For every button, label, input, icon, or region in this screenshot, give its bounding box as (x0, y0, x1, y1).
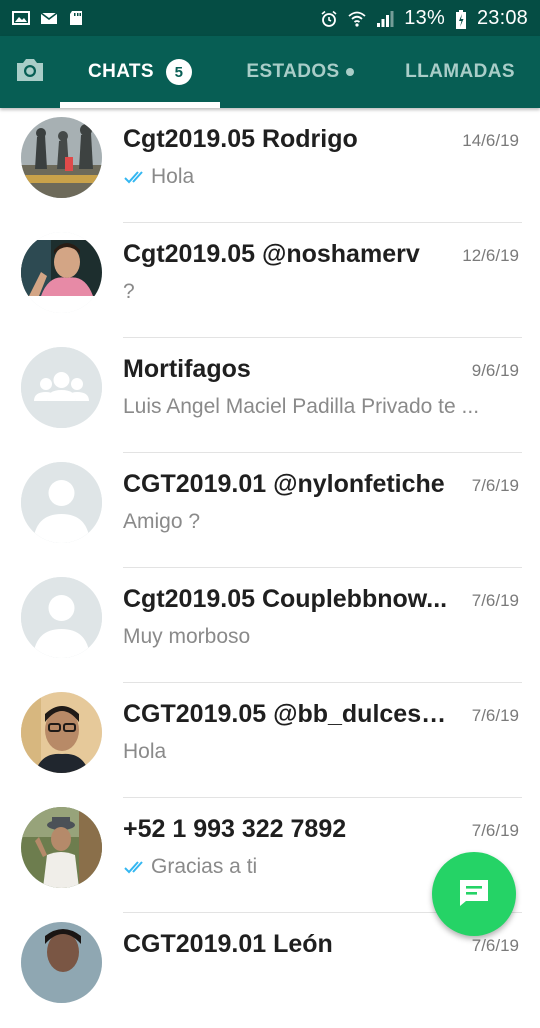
chat-name: CGT2019.01 @nylonfetiche (123, 470, 445, 498)
tab-llamadas-label: LLAMADAS (405, 61, 515, 82)
chat-date: 7/6/19 (471, 821, 519, 840)
chat-last-message: Amigo ? (123, 510, 513, 534)
chat-name: Cgt2019.05 @noshamerv (123, 240, 420, 268)
tab-chats-label: CHATS (87, 61, 155, 82)
chat-message-text: Gracias a ti (151, 855, 258, 878)
chat-name: CGT2019.05 @bb_dulces 05 (123, 700, 453, 728)
read-receipt-icon (123, 168, 151, 186)
person-icon (21, 462, 102, 543)
chat-date: 7/6/19 (471, 476, 519, 495)
camera-icon (14, 56, 46, 89)
avatar[interactable] (21, 807, 102, 888)
chat-row[interactable]: Cgt2019.05 @noshamerv 12/6/19 ? (0, 223, 540, 338)
new-chat-button[interactable] (432, 852, 516, 936)
chat-date: 14/6/19 (462, 131, 519, 150)
avatar[interactable] (21, 462, 102, 543)
avatar[interactable] (21, 922, 102, 1003)
chat-date: 7/6/19 (471, 936, 519, 955)
chat-name: Cgt2019.05 Couplebbnow... (123, 585, 448, 613)
read-receipt-icon (123, 858, 151, 876)
chat-name: Cgt2019.05 Rodrigo (123, 125, 358, 153)
tab-llamadas[interactable]: LLAMADAS (380, 36, 540, 108)
tab-bar: CHATS 5 ESTADOS LLAMADAS (0, 36, 540, 108)
chat-name: Mortifagos (123, 355, 251, 383)
chat-name: +52 1 993 322 7892 (123, 815, 347, 843)
chat-last-message: Hola (123, 740, 513, 764)
chat-message-text: Hola (151, 165, 195, 188)
chat-last-message: ? (123, 280, 513, 304)
tab-chats[interactable]: CHATS 5 (60, 36, 220, 108)
new-chat-icon (457, 877, 491, 912)
person-icon (21, 577, 102, 658)
chat-name: CGT2019.01 León (123, 930, 333, 958)
group-icon (21, 347, 102, 428)
chat-message-text: Hola (123, 740, 167, 763)
avatar[interactable] (21, 692, 102, 773)
tab-estados-label: ESTADOS (246, 61, 340, 82)
mail-icon (40, 10, 58, 26)
chat-row[interactable]: CGT2019.05 @bb_dulces 05 7/6/19 Hola (0, 683, 540, 798)
battery-percent: 13% (404, 6, 445, 29)
status-bar-right: 13% 23:08 (320, 7, 528, 30)
alarm-icon (320, 10, 338, 27)
clock: 23:08 (476, 6, 528, 29)
chat-last-message: Hola (123, 165, 513, 189)
tab-estados[interactable]: ESTADOS (220, 36, 380, 108)
camera-tab[interactable] (0, 36, 60, 108)
chat-last-message: Muy morboso (123, 625, 513, 649)
avatar[interactable] (21, 347, 102, 428)
unread-badge: 5 (166, 59, 193, 85)
new-status-dot (345, 68, 354, 76)
chat-date: 7/6/19 (471, 591, 519, 610)
chat-message-text: Muy morboso (123, 625, 251, 648)
chat-message-text: Amigo ? (123, 510, 201, 533)
avatar[interactable] (21, 117, 102, 198)
avatar[interactable] (21, 232, 102, 313)
chat-date: 9/6/19 (471, 361, 519, 380)
chat-date: 7/6/19 (471, 706, 519, 725)
chat-date: 12/6/19 (462, 246, 519, 265)
signal-icon (376, 10, 394, 27)
status-bar: 13% 23:08 (0, 0, 540, 36)
image-icon (12, 10, 30, 26)
chat-row[interactable]: Mortifagos 9/6/19 Luis Angel Maciel Padi… (0, 338, 540, 453)
chat-row[interactable]: CGT2019.01 @nylonfetiche 7/6/19 Amigo ? (0, 453, 540, 568)
chat-message-text: ? (123, 280, 135, 303)
chat-message-text: Luis Angel Maciel Padilla Privado te ... (123, 395, 480, 418)
chat-row[interactable]: Cgt2019.05 Couplebbnow... 7/6/19 Muy mor… (0, 568, 540, 683)
sd-card-icon (68, 10, 86, 26)
chat-last-message: Luis Angel Maciel Padilla Privado te ... (123, 395, 513, 419)
status-bar-left (12, 10, 86, 26)
wifi-icon (348, 10, 366, 27)
chat-row[interactable]: Cgt2019.05 Rodrigo 14/6/19 Hola (0, 108, 540, 223)
avatar[interactable] (21, 577, 102, 658)
battery-icon (455, 10, 467, 29)
